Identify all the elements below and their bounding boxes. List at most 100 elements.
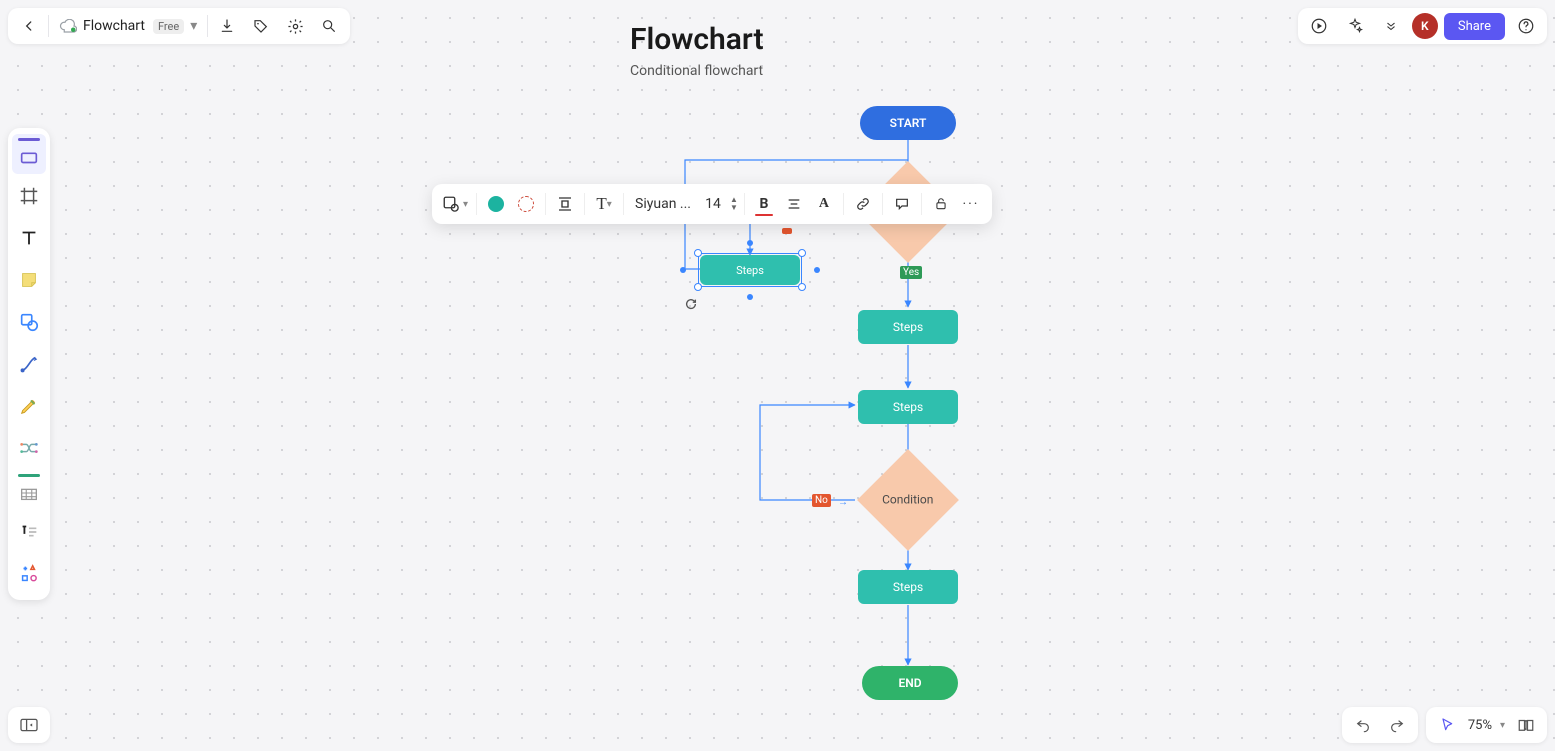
tool-mindmap[interactable] [12,428,46,468]
comment-button[interactable] [887,188,917,220]
label-yes-1: Yes [900,266,922,279]
text-color-button[interactable]: A [809,188,839,220]
help-circle-icon [1517,17,1535,35]
book-open-icon [1517,717,1535,733]
node-steps-4[interactable]: Steps [858,570,958,604]
connection-point-bottom[interactable] [747,294,753,300]
node-steps-3-label: Steps [893,400,923,414]
search-button[interactable] [312,9,346,43]
label-no-2: No [812,494,831,507]
help-button[interactable] [1511,11,1541,41]
panel-icon [19,717,39,733]
format-toolbar[interactable]: ▾ T ▾ Siyuan ... 14 ▲▼ B A ··· [432,184,992,224]
tool-pen[interactable] [12,386,46,426]
gear-icon [287,18,304,35]
tool-sticky-note[interactable] [12,260,46,300]
font-size-input[interactable]: 14 [698,188,728,220]
tool-connector[interactable] [12,344,46,384]
bottom-right-controls: 75% ▾ [1342,707,1547,743]
present-button[interactable] [1304,11,1334,41]
cursor-mode-button[interactable] [1430,708,1464,742]
fill-color-button[interactable] [481,188,511,220]
node-condition-2[interactable]: Condition [857,449,959,551]
node-steps-4-label: Steps [893,580,923,594]
tag-icon [253,18,269,34]
left-toolbar [8,128,50,600]
bold-button[interactable]: B [749,188,779,220]
chevron-down-icon: ▾ [190,18,197,34]
align-distribute-button[interactable] [550,188,580,220]
lock-button[interactable] [926,188,956,220]
back-button[interactable] [12,9,46,43]
tool-more-shapes[interactable] [12,554,46,594]
node-start[interactable]: START [860,106,956,140]
link-button[interactable] [848,188,878,220]
node-steps-2-label: Steps [893,320,923,334]
view-panel: 75% ▾ [1426,707,1547,743]
redo-button[interactable] [1380,708,1414,742]
selection-box [698,253,802,287]
text-style-button[interactable]: T ▾ [589,188,619,220]
rotate-handle[interactable] [684,296,698,310]
chevron-down-icon[interactable]: ▾ [1496,720,1509,731]
connection-point-right[interactable] [814,267,820,273]
label-no-1 [782,228,792,234]
cloud-sync-icon [59,19,77,33]
node-steps-2[interactable]: Steps [858,310,958,344]
redo-icon [1388,717,1406,733]
tag-button[interactable] [244,9,278,43]
more-button[interactable]: ··· [956,188,986,220]
tool-table[interactable] [12,470,46,510]
history-panel [1342,707,1418,743]
font-size-stepper[interactable]: ▲▼ [728,196,740,212]
tool-shapes[interactable] [12,302,46,342]
document-menu[interactable]: Flowchart Free ▾ [51,18,205,34]
text-align-button[interactable] [779,188,809,220]
undo-button[interactable] [1346,708,1380,742]
node-end-label: END [898,676,921,690]
search-icon [321,18,337,34]
undo-icon [1354,717,1372,733]
document-subtitle[interactable]: Conditional flowchart [630,63,764,79]
node-start-label: START [890,116,927,130]
tool-text-block[interactable] [12,512,46,552]
node-condition-2-label: Condition [882,493,933,507]
tool-frame[interactable] [12,176,46,216]
play-circle-icon [1310,17,1328,35]
minimap-button[interactable] [1509,708,1543,742]
no-border-swatch-icon [518,196,534,212]
connectors-layer [0,0,1555,751]
font-family-select[interactable]: Siyuan ... [628,188,698,220]
border-color-button[interactable] [511,188,541,220]
arrow-glyph: → [838,497,848,508]
header-left: Flowchart Free ▾ [8,8,350,44]
cursor-icon [1439,716,1455,734]
node-steps-3[interactable]: Steps [858,390,958,424]
document-name: Flowchart [83,18,145,34]
header-right: K Share [1298,8,1547,44]
more-menu-button[interactable] [1376,11,1406,41]
document-title-block[interactable]: Flowchart Conditional flowchart [630,22,764,79]
tool-text[interactable] [12,218,46,258]
document-title[interactable]: Flowchart [630,22,764,57]
chevron-down-icon: ▾ [463,199,468,210]
fill-swatch-icon [488,196,504,212]
connection-point-top[interactable] [747,240,753,246]
shape-style-button[interactable]: ▾ [438,188,472,220]
double-chevron-down-icon [1384,19,1398,33]
download-icon [219,18,235,34]
sparkle-icon [1346,17,1364,35]
connection-point-left[interactable] [680,267,686,273]
canvas[interactable]: Flowchart Conditional flowchart START Ye… [0,0,1555,751]
zoom-level[interactable]: 75% [1464,718,1496,733]
node-end[interactable]: END [862,666,958,700]
settings-button[interactable] [278,9,312,43]
chevron-left-icon [22,19,36,33]
plan-badge: Free [153,19,184,34]
ai-button[interactable] [1340,11,1370,41]
share-button[interactable]: Share [1444,13,1505,40]
tool-select[interactable] [12,134,46,174]
toggle-panel-button[interactable] [8,707,50,743]
user-avatar[interactable]: K [1412,13,1438,39]
download-button[interactable] [210,9,244,43]
